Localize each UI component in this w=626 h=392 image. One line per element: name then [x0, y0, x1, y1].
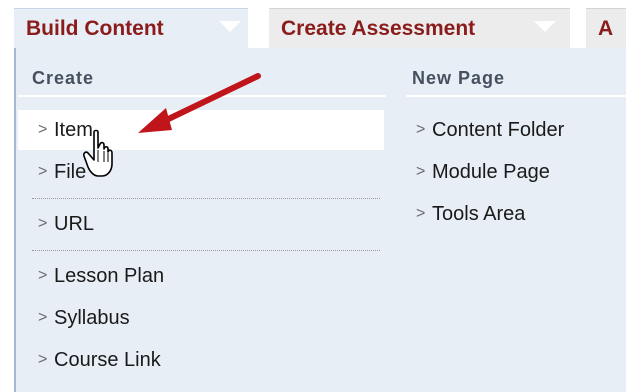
menu-item-label: URL	[54, 212, 95, 235]
menu-item-label: Course Link	[54, 348, 161, 371]
menu-item-label: File	[54, 160, 87, 183]
tab-truncated[interactable]: A	[586, 8, 626, 48]
chevron-right-icon: >	[38, 163, 48, 180]
menu-item-content-folder[interactable]: > Content Folder	[406, 110, 626, 150]
chevron-right-icon: >	[38, 121, 48, 138]
chevron-right-icon: >	[38, 351, 48, 368]
chevron-down-icon[interactable]	[219, 21, 241, 32]
menu-item-lesson-plan[interactable]: > Lesson Plan	[18, 256, 384, 296]
chevron-right-icon: >	[38, 267, 48, 284]
tab-create-assessment[interactable]: Create Assessment	[269, 8, 570, 48]
header-divider	[18, 95, 386, 97]
create-column-header: Create	[32, 68, 95, 88]
menu-item-url[interactable]: > URL	[18, 204, 384, 244]
menu-item-tools-area[interactable]: > Tools Area	[406, 194, 626, 234]
chevron-right-icon: >	[38, 215, 48, 232]
tab-truncated-label: A	[598, 16, 614, 40]
tab-build-content[interactable]: Build Content	[14, 8, 248, 48]
chevron-right-icon: >	[416, 205, 426, 222]
chevron-right-icon: >	[416, 163, 426, 180]
menu-separator	[32, 198, 380, 199]
header-divider	[406, 95, 626, 97]
tab-build-content-label: Build Content	[26, 16, 164, 40]
chevron-right-icon: >	[416, 121, 426, 138]
screenshot-page: Build Content Create Assessment A Create…	[0, 0, 626, 392]
chevron-down-icon[interactable]	[534, 21, 556, 32]
menu-item-label: Content Folder	[432, 118, 565, 141]
menu-item-file[interactable]: > File	[18, 152, 384, 192]
menu-item-label: Tools Area	[432, 202, 526, 225]
new-page-column-header: New Page	[412, 68, 506, 88]
menu-item-label: Lesson Plan	[54, 264, 165, 287]
menu-item-item[interactable]: > Item	[18, 110, 384, 150]
build-content-dropdown: Create New Page > Item > File > URL > Le…	[14, 48, 626, 392]
menu-item-label: Item	[54, 118, 93, 141]
tab-create-assessment-label: Create Assessment	[281, 16, 476, 40]
menu-item-course-link[interactable]: > Course Link	[18, 340, 384, 380]
content-menubar: Build Content Create Assessment A	[0, 0, 626, 48]
menu-item-label: Module Page	[432, 160, 550, 183]
menu-item-syllabus[interactable]: > Syllabus	[18, 298, 384, 338]
menu-separator	[32, 250, 380, 251]
menu-item-module-page[interactable]: > Module Page	[406, 152, 626, 192]
menu-item-label: Syllabus	[54, 306, 130, 329]
chevron-right-icon: >	[38, 309, 48, 326]
